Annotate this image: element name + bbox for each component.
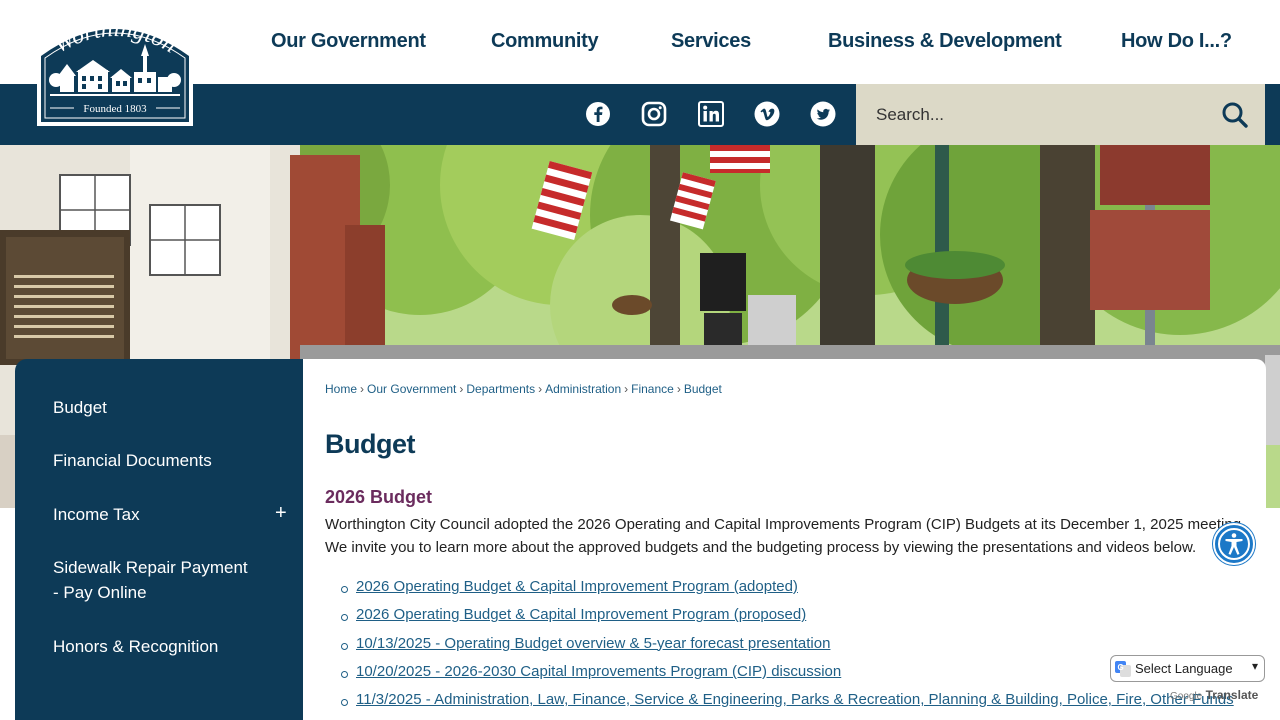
list-item: 2026 Operating Budget & Capital Improvem… bbox=[325, 578, 1234, 606]
list-item: 10/13/2025 - Operating Budget overview &… bbox=[325, 635, 1234, 663]
search-input[interactable] bbox=[856, 84, 1206, 145]
sidebar-item-income-tax[interactable]: Income Tax bbox=[53, 502, 253, 527]
budget-links-list: 2026 Operating Budget & Capital Improvem… bbox=[325, 578, 1234, 719]
google-label: Google bbox=[1170, 691, 1203, 702]
sidebar-item-sidewalk-repair[interactable]: Sidewalk Repair Payment - Pay Online bbox=[53, 555, 283, 605]
nav-services[interactable]: Services bbox=[671, 30, 751, 53]
section-heading: 2026 Budget bbox=[325, 487, 433, 507]
nav-how-do-i[interactable]: How Do I...? bbox=[1121, 30, 1232, 53]
nav-our-government[interactable]: Our Government bbox=[271, 30, 426, 53]
worthington-logo[interactable]: Worthington Founded 1803 bbox=[34, 14, 196, 128]
search-box bbox=[856, 84, 1265, 145]
nav-community[interactable]: Community bbox=[491, 30, 599, 53]
expand-toggle[interactable]: + bbox=[275, 502, 287, 525]
instagram-icon[interactable] bbox=[641, 101, 667, 127]
vimeo-icon[interactable] bbox=[754, 101, 780, 127]
breadcrumb-our-government[interactable]: Our Government bbox=[367, 382, 456, 396]
intro-line: Worthington City Council adopted the 202… bbox=[325, 516, 1246, 533]
intro-line: We invite you to learn more about the ap… bbox=[325, 539, 1197, 556]
budget-link[interactable]: 10/20/2025 - 2026-2030 Capital Improveme… bbox=[356, 663, 841, 680]
budget-link[interactable]: 10/13/2025 - Operating Budget overview &… bbox=[356, 635, 830, 652]
sidebar-item-label: - Pay Online bbox=[53, 583, 147, 602]
breadcrumb-budget[interactable]: Budget bbox=[684, 382, 722, 396]
breadcrumb-departments[interactable]: Departments bbox=[466, 382, 535, 396]
svg-text:Founded 1803: Founded 1803 bbox=[83, 103, 147, 115]
powered-by-google: Google Translate bbox=[1170, 688, 1258, 702]
sidebar-nav: Budget Financial Documents Income Tax + … bbox=[15, 359, 303, 720]
breadcrumb-finance[interactable]: Finance bbox=[631, 382, 674, 396]
sidebar-item-financial-documents[interactable]: Financial Documents bbox=[53, 448, 253, 473]
facebook-icon[interactable] bbox=[585, 101, 611, 127]
intro-text: Worthington City Council adopted the 202… bbox=[325, 513, 1266, 559]
list-item: 11/3/2025 - Administration, Law, Finance… bbox=[325, 691, 1234, 719]
language-select-label: Select Language bbox=[1135, 661, 1233, 676]
sidebar-item-label: Sidewalk Repair Payment bbox=[53, 558, 248, 577]
translate-label: Translate bbox=[1205, 688, 1259, 702]
accessibility-icon[interactable] bbox=[1213, 523, 1255, 565]
main-navigation: Our Government Community Services Busine… bbox=[230, 0, 1280, 84]
budget-link[interactable]: 2026 Operating Budget & Capital Improvem… bbox=[356, 606, 806, 623]
language-select[interactable]: G Select Language ▾ bbox=[1110, 655, 1265, 682]
budget-link[interactable]: 2026 Operating Budget & Capital Improvem… bbox=[356, 578, 798, 595]
budget-link[interactable]: 11/3/2025 - Administration, Law, Finance… bbox=[356, 691, 1234, 708]
search-icon[interactable] bbox=[1220, 100, 1250, 130]
chevron-down-icon: ▾ bbox=[1251, 659, 1258, 673]
svg-text:G: G bbox=[1118, 663, 1124, 672]
linkedin-icon[interactable] bbox=[698, 101, 724, 127]
list-item: 10/20/2025 - 2026-2030 Capital Improveme… bbox=[325, 663, 1234, 691]
breadcrumb-home[interactable]: Home bbox=[325, 382, 357, 396]
google-translate-icon: G bbox=[1115, 661, 1131, 677]
nav-business-development[interactable]: Business & Development bbox=[828, 30, 1062, 53]
sidebar-item-honors-recognition[interactable]: Honors & Recognition bbox=[53, 634, 253, 659]
page-title: Budget bbox=[325, 429, 415, 459]
breadcrumb-administration[interactable]: Administration bbox=[545, 382, 621, 396]
sidebar-item-budget[interactable]: Budget bbox=[53, 395, 253, 420]
breadcrumb: Home › Our Government › Departments › Administ… bbox=[325, 382, 722, 396]
twitter-icon[interactable] bbox=[810, 101, 836, 127]
list-item: 2026 Operating Budget & Capital Improvem… bbox=[325, 606, 1234, 634]
